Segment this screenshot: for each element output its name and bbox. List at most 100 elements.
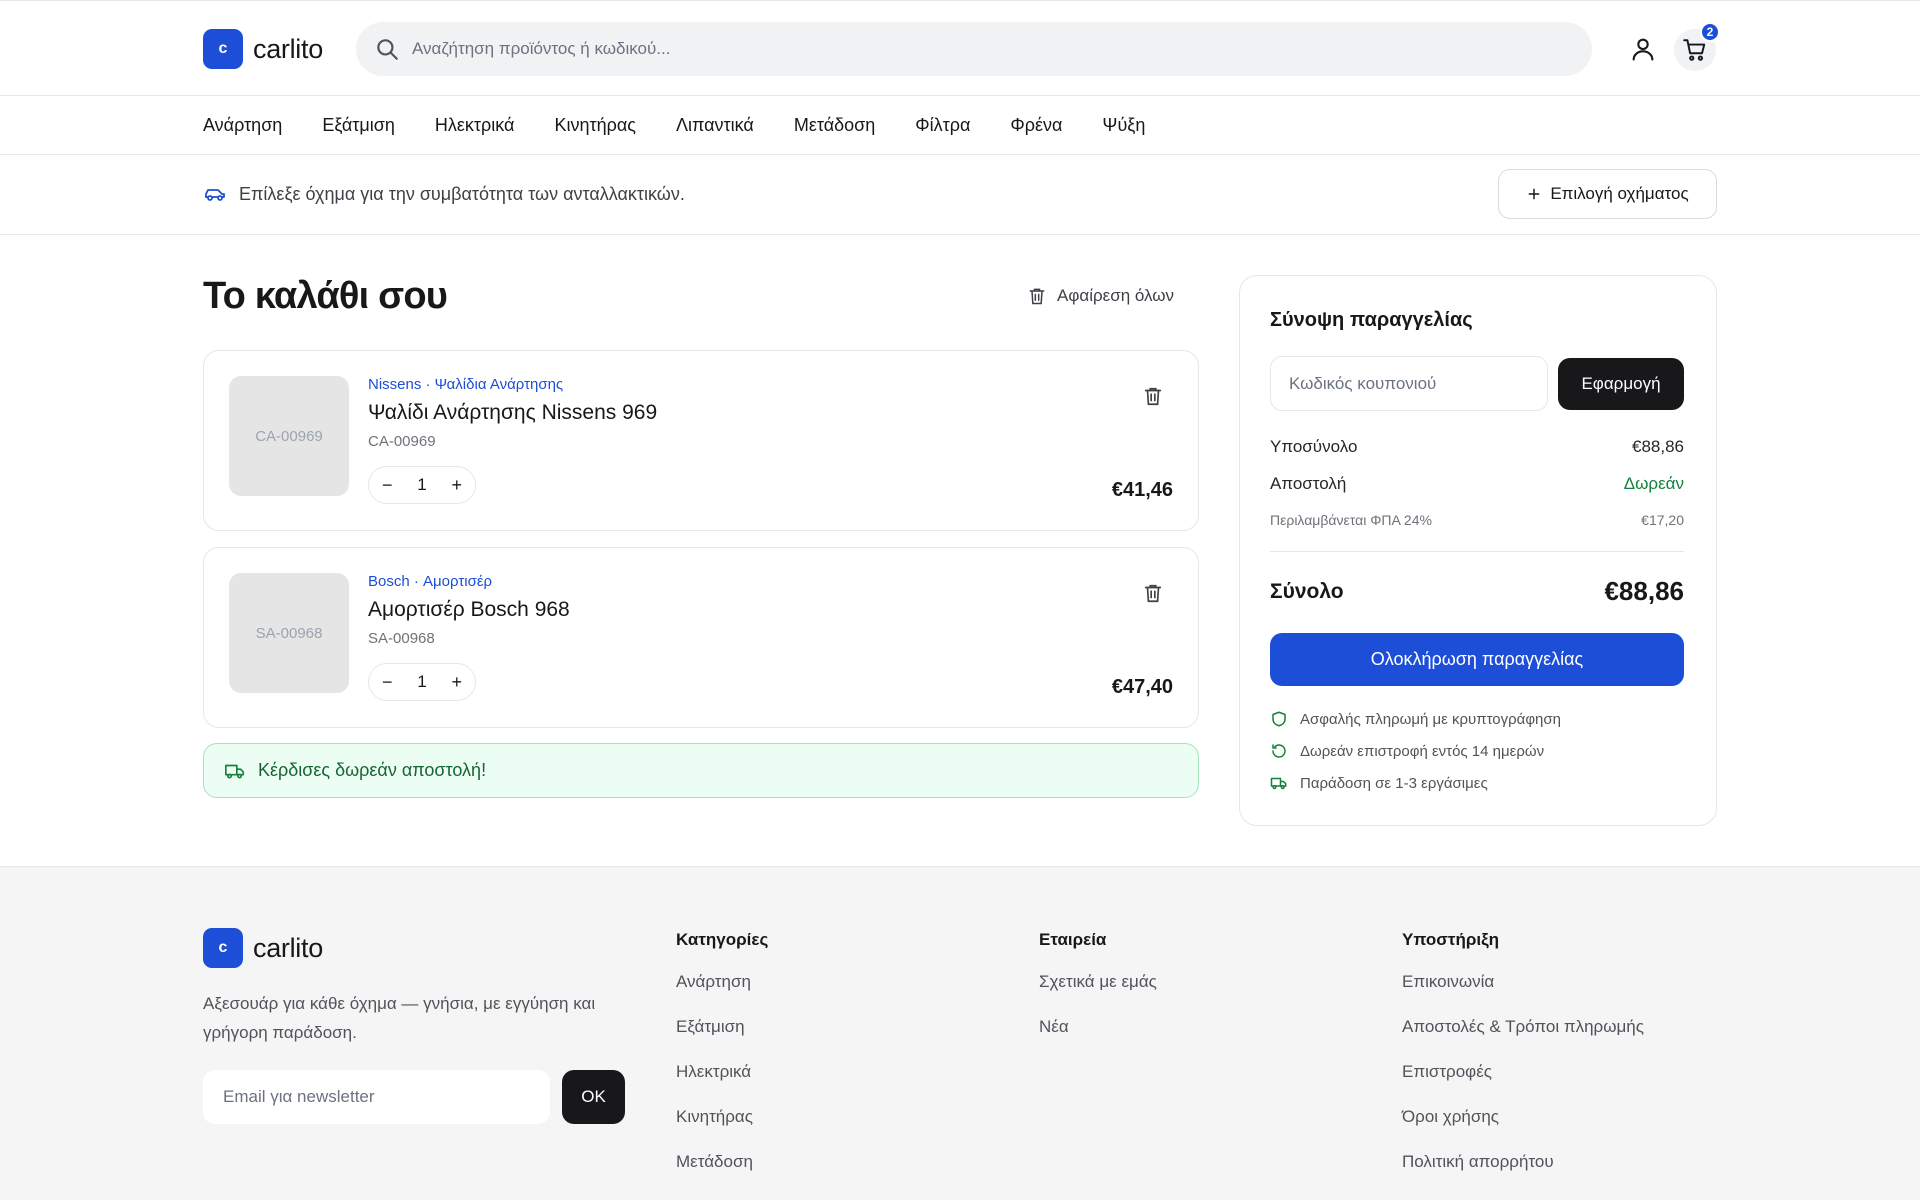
site-header: c carlito 2 — [0, 0, 1920, 96]
vat-value: €17,20 — [1641, 512, 1684, 528]
footer-link[interactable]: Ηλεκτρικά — [676, 1060, 768, 1105]
plus-icon — [1528, 188, 1540, 200]
footer-column-categories: Κατηγορίες Ανάρτηση Εξάτμιση Ηλεκτρικά Κ… — [676, 930, 768, 1195]
quantity-value: 1 — [417, 672, 427, 691]
nav-item-kinitiras[interactable]: Κινητήρας — [554, 115, 635, 136]
vehicle-hint-text: Επίλεξε όχημα για την συμβατότητα των αν… — [239, 183, 685, 204]
product-sku: CA-00969 — [368, 433, 436, 450]
perk-text: Δωρεάν επιστροφή εντός 14 ημερών — [1300, 742, 1545, 760]
shipping-label: Αποστολή — [1270, 474, 1347, 493]
perk-item: Ασφαλής πληρωμή με κρυπτογράφηση — [1270, 710, 1561, 728]
page-title: Το καλάθι σου — [203, 275, 448, 317]
newsletter-submit-button[interactable]: OK — [562, 1070, 625, 1124]
footer-link[interactable]: Επιστροφές — [1402, 1060, 1644, 1105]
checkout-button[interactable]: Ολοκλήρωση παραγγελίας — [1270, 633, 1684, 686]
shield-icon — [1272, 711, 1286, 727]
footer-link[interactable]: Εξάτμιση — [676, 1015, 768, 1060]
total-label: Σύνολο — [1270, 579, 1344, 603]
delete-item-icon[interactable] — [1142, 582, 1164, 604]
footer-link[interactable]: Επικοινωνία — [1402, 970, 1644, 1015]
footer-column-title: Υποστήριξη — [1402, 930, 1500, 949]
product-thumbnail[interactable]: SA-00968 — [229, 573, 349, 693]
footer-logo[interactable]: c carlito — [203, 928, 323, 968]
quantity-stepper: − 1 + — [368, 466, 476, 504]
footer-link[interactable]: Νέα — [1039, 1015, 1157, 1060]
coupon-input[interactable] — [1270, 356, 1548, 411]
summary-divider — [1270, 551, 1684, 552]
free-shipping-text: Κέρδισες δωρεάν αποστολή! — [258, 760, 487, 780]
truck-icon — [1270, 777, 1287, 790]
product-category[interactable]: Nissens · Ψαλίδια Ανάρτησης — [368, 376, 563, 393]
product-name[interactable]: Αμορτισέρ Bosch 968 — [368, 598, 570, 622]
delete-item-icon[interactable] — [1142, 385, 1164, 407]
product-price: €47,40 — [1111, 676, 1173, 698]
newsletter-email-input[interactable] — [203, 1070, 550, 1124]
increase-qty-button[interactable]: + — [451, 476, 462, 494]
footer-link[interactable]: Όροι χρήσης — [1402, 1105, 1644, 1150]
logo-mark: c — [203, 29, 243, 69]
footer-column-title: Εταιρεία — [1039, 930, 1107, 949]
summary-title: Σύνοψη παραγγελίας — [1270, 309, 1473, 331]
footer-description: Αξεσουάρ για κάθε όχημα — γνήσια, με εγγ… — [203, 994, 596, 1042]
product-category[interactable]: Bosch · Αμορτισέρ — [368, 573, 492, 590]
order-summary: Σύνοψη παραγγελίας Εφαρμογή Υποσύνολο €8… — [1239, 275, 1717, 826]
nav-item-lipantika[interactable]: Λιπαντικά — [676, 115, 754, 136]
site-footer: c carlito Αξεσουάρ για κάθε όχημα — γνήσ… — [0, 866, 1920, 1200]
cart-icon — [1683, 39, 1706, 61]
nav-item-ilektrika[interactable]: Ηλεκτρικά — [435, 115, 515, 136]
footer-link[interactable]: Ανάρτηση — [676, 970, 768, 1015]
perk-item: Παράδοση σε 1-3 εργάσιμες — [1270, 774, 1488, 792]
footer-link[interactable]: Μετάδοση — [676, 1150, 768, 1195]
user-icon[interactable] — [1629, 35, 1657, 63]
footer-link[interactable]: Κινητήρας — [676, 1105, 768, 1150]
decrease-qty-button[interactable]: − — [382, 673, 393, 691]
subtotal-label: Υποσύνολο — [1270, 437, 1358, 456]
subtotal-value: €88,86 — [1632, 437, 1684, 456]
select-vehicle-label: Επιλογή οχήματος — [1550, 184, 1689, 203]
footer-link[interactable]: Σχετικά με εμάς — [1039, 970, 1157, 1015]
nav-item-anartisi[interactable]: Ανάρτηση — [203, 115, 282, 136]
select-vehicle-button[interactable]: Επιλογή οχήματος — [1498, 169, 1717, 219]
footer-column-company: Εταιρεία Σχετικά με εμάς Νέα — [1039, 930, 1157, 1060]
free-shipping-banner: Κέρδισες δωρεάν αποστολή! — [203, 743, 1199, 798]
subtotal-row: Υποσύνολο €88,86 — [1270, 437, 1684, 457]
vehicle-bar: Επίλεξε όχημα για την συμβατότητα των αν… — [0, 155, 1920, 235]
vehicle-hint: Επίλεξε όχημα για την συμβατότητα των αν… — [203, 182, 685, 206]
product-price: €41,46 — [1111, 479, 1173, 501]
product-thumbnail[interactable]: CA-00969 — [229, 376, 349, 496]
cart-item: SA-00968 Bosch · Αμορτισέρ Αμορτισέρ Bos… — [203, 547, 1199, 728]
product-name[interactable]: Ψαλίδι Ανάρτησης Nissens 969 — [368, 401, 657, 425]
perk-text: Παράδοση σε 1-3 εργάσιμες — [1300, 774, 1488, 792]
footer-link[interactable]: Αποστολές & Τρόποι πληρωμής — [1402, 1015, 1644, 1060]
increase-qty-button[interactable]: + — [451, 673, 462, 691]
nav-item-exatmisi[interactable]: Εξάτμιση — [322, 115, 395, 136]
footer-link[interactable]: Πολιτική απορρήτου — [1402, 1150, 1644, 1195]
cart-item: CA-00969 Nissens · Ψαλίδια Ανάρτησης Ψαλ… — [203, 350, 1199, 531]
search-bar[interactable] — [356, 22, 1592, 76]
nav-item-filtra[interactable]: Φίλτρα — [915, 115, 970, 136]
total-value: €88,86 — [1604, 576, 1684, 606]
vat-row: Περιλαμβάνεται ΦΠΑ 24% €17,20 — [1270, 512, 1684, 528]
search-input[interactable] — [412, 39, 1512, 59]
decrease-qty-button[interactable]: − — [382, 476, 393, 494]
nav-item-metadosi[interactable]: Μετάδοση — [794, 115, 875, 136]
nav-item-frena[interactable]: Φρένα — [1010, 115, 1062, 136]
logo-text: carlito — [253, 932, 323, 963]
truck-icon — [225, 764, 245, 779]
perk-item: Δωρεάν επιστροφή εντός 14 ημερών — [1270, 742, 1544, 760]
product-sku: SA-00968 — [368, 630, 435, 647]
logo-mark: c — [203, 928, 243, 968]
remove-all-button[interactable]: Αφαίρεση όλων — [1027, 286, 1174, 306]
quantity-value: 1 — [417, 475, 427, 494]
nav-item-psyxi[interactable]: Ψύξη — [1102, 115, 1145, 136]
shipping-value: Δωρεάν — [1623, 474, 1684, 493]
shipping-row: Αποστολή Δωρεάν — [1270, 474, 1684, 494]
cart-count-badge: 2 — [1700, 22, 1720, 42]
quantity-stepper: − 1 + — [368, 663, 476, 701]
trash-icon — [1029, 288, 1045, 305]
search-icon — [377, 39, 398, 60]
footer-column-support: Υποστήριξη Επικοινωνία Αποστολές & Τρόπο… — [1402, 930, 1644, 1195]
header-logo[interactable]: c carlito — [203, 29, 323, 69]
apply-coupon-button[interactable]: Εφαρμογή — [1558, 358, 1684, 410]
vat-label: Περιλαμβάνεται ΦΠΑ 24% — [1270, 512, 1432, 528]
